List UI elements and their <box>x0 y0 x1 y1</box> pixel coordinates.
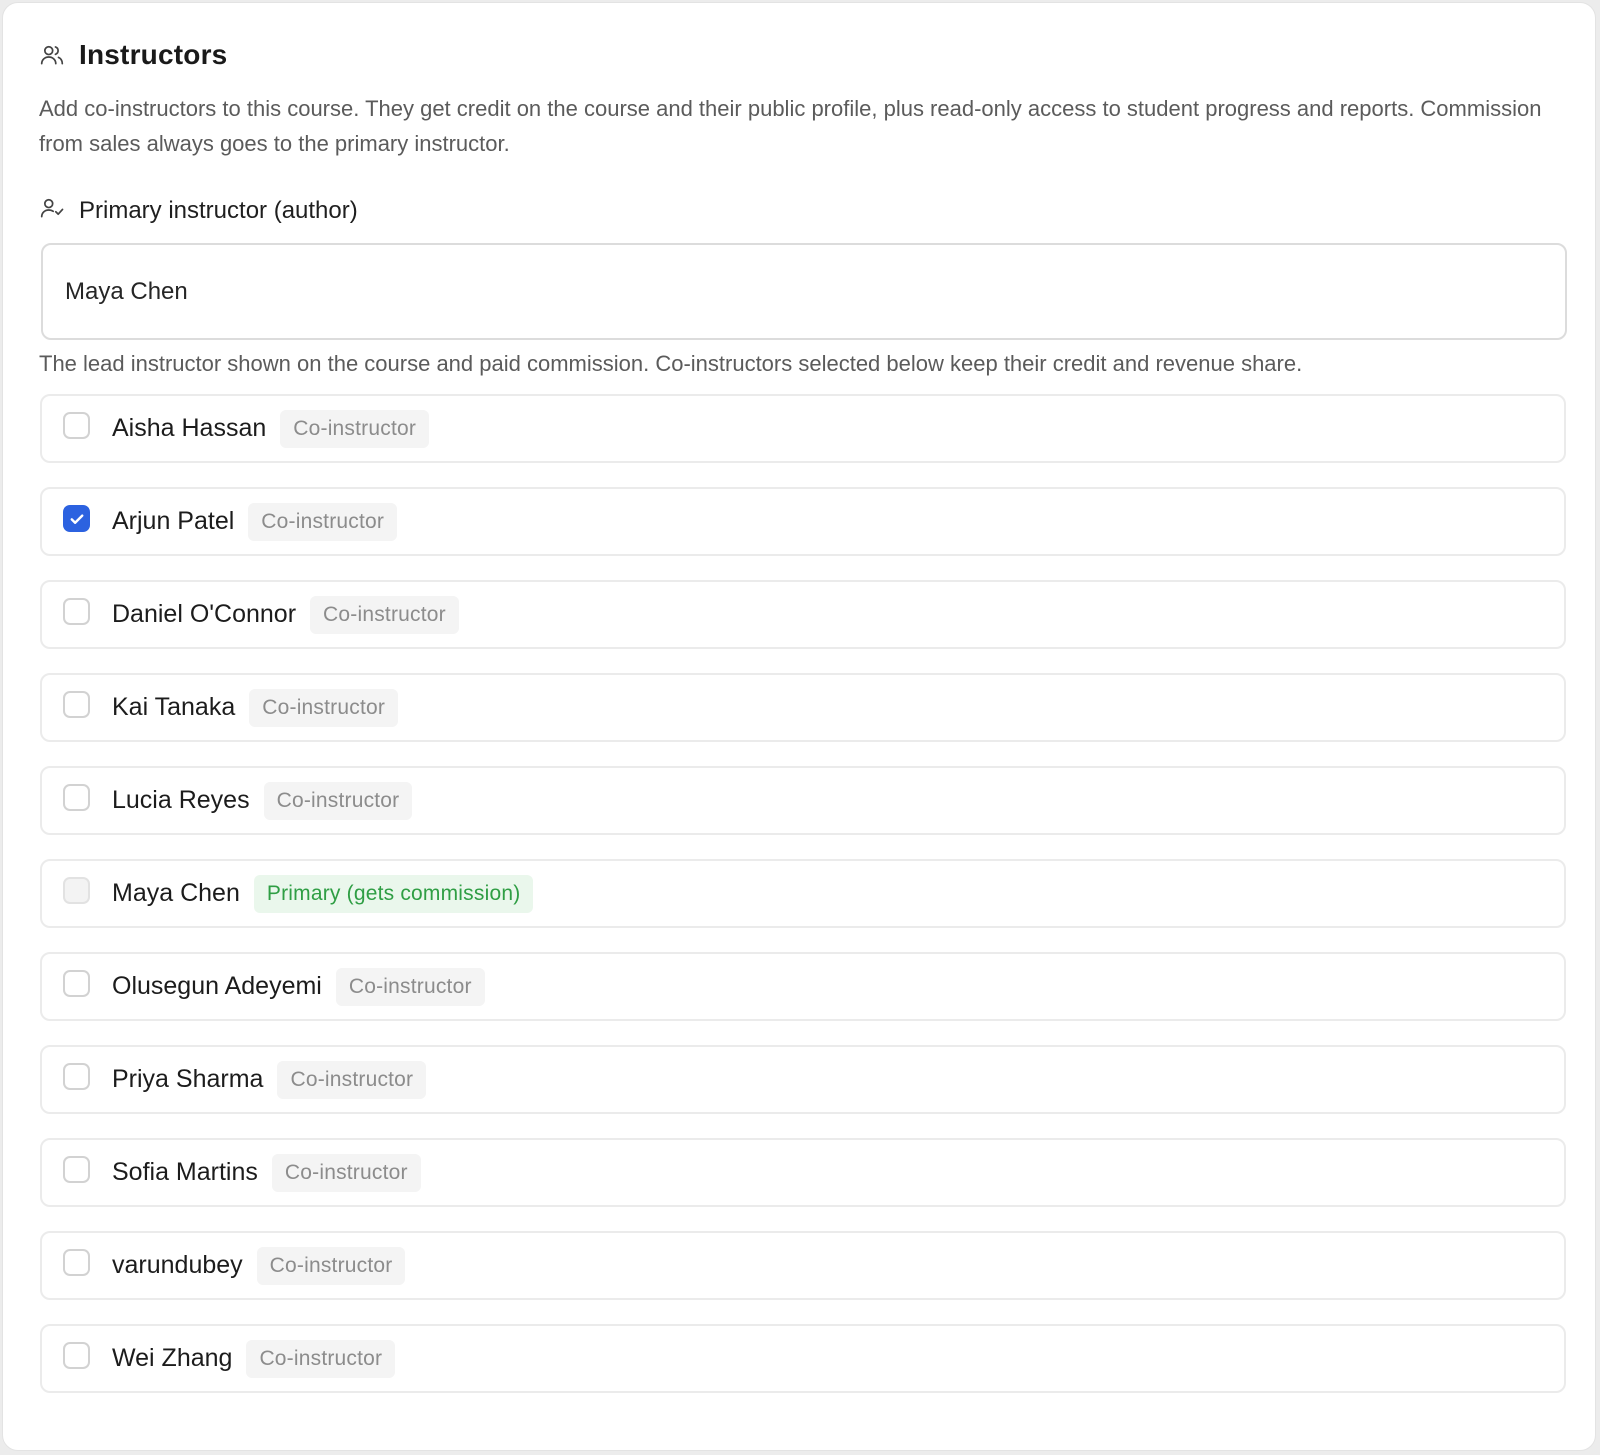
primary-badge: Primary (gets commission) <box>253 874 534 913</box>
checkbox[interactable] <box>63 784 90 811</box>
role-badge: Co-instructor <box>310 595 459 634</box>
instructor-name: Aisha Hassan <box>112 414 267 442</box>
instructor-name: Priya Sharma <box>112 1065 264 1093</box>
instructor-name: varundubey <box>112 1251 243 1279</box>
checkbox[interactable] <box>63 970 90 997</box>
role-badge: Co-instructor <box>249 688 399 727</box>
checkbox[interactable] <box>63 1063 90 1090</box>
users-icon <box>39 42 65 68</box>
list-item[interactable]: Kai Tanaka Co-instructor <box>40 673 1566 742</box>
list-item[interactable]: Sofia Martins Co-instructor <box>40 1138 1566 1207</box>
role-badge: Co-instructor <box>280 409 430 448</box>
instructor-name: Daniel O'Connor <box>112 600 297 628</box>
checkbox[interactable] <box>63 1249 90 1276</box>
checkbox[interactable] <box>63 505 90 532</box>
role-badge: Co-instructor <box>271 1153 421 1192</box>
primary-instructor-label: Primary instructor (author) <box>39 195 358 226</box>
list-item[interactable]: Priya Sharma Co-instructor <box>40 1045 1566 1114</box>
primary-instructor-label-text: Primary instructor (author) <box>79 196 358 224</box>
checkbox[interactable] <box>63 1156 90 1183</box>
list-item[interactable]: Aisha Hassan Co-instructor <box>40 394 1566 463</box>
list-item[interactable]: Olusegun Adeyemi Co-instructor <box>40 952 1566 1021</box>
section-header: Instructors <box>39 39 227 71</box>
section-description: Add co-instructors to this course. They … <box>39 96 1542 156</box>
list-item[interactable]: varundubey Co-instructor <box>40 1231 1566 1300</box>
checkbox[interactable] <box>63 1342 90 1369</box>
instructor-name: Arjun Patel <box>112 507 235 535</box>
instructor-name: Lucia Reyes <box>112 786 250 814</box>
list-item[interactable]: Arjun Patel Co-instructor <box>40 487 1566 556</box>
primary-instructor-select[interactable]: Maya Chen <box>41 243 1567 340</box>
role-badge: Co-instructor <box>246 1339 396 1378</box>
instructor-name: Kai Tanaka <box>112 693 236 721</box>
checkbox[interactable] <box>63 412 90 439</box>
checkbox[interactable] <box>63 691 90 718</box>
role-badge: Co-instructor <box>263 781 413 820</box>
list-item[interactable]: Lucia Reyes Co-instructor <box>40 766 1566 835</box>
role-badge: Co-instructor <box>248 502 398 541</box>
section-title: Instructors <box>79 39 228 70</box>
list-item: Maya Chen Primary (gets commission) <box>40 859 1566 928</box>
role-badge: Co-instructor <box>335 967 485 1006</box>
list-item[interactable]: Wei Zhang Co-instructor <box>40 1324 1566 1393</box>
list-item[interactable]: Daniel O'Connor Co-instructor <box>40 580 1566 649</box>
instructor-name: Olusegun Adeyemi <box>112 972 322 1000</box>
instructor-name: Sofia Martins <box>112 1158 258 1186</box>
instructors-panel: Instructors Add co-instructors to this c… <box>2 2 1596 1451</box>
primary-instructor-value: Maya Chen <box>65 277 188 305</box>
check-icon <box>70 513 83 524</box>
primary-instructor-help: The lead instructor shown on the course … <box>39 351 1303 376</box>
instructor-name: Maya Chen <box>112 879 240 907</box>
user-check-icon <box>39 195 65 226</box>
role-badge: Co-instructor <box>277 1060 427 1099</box>
checkbox[interactable] <box>63 598 90 625</box>
checkbox-disabled <box>63 877 90 904</box>
instructor-name: Wei Zhang <box>112 1344 233 1372</box>
role-badge: Co-instructor <box>256 1246 406 1285</box>
